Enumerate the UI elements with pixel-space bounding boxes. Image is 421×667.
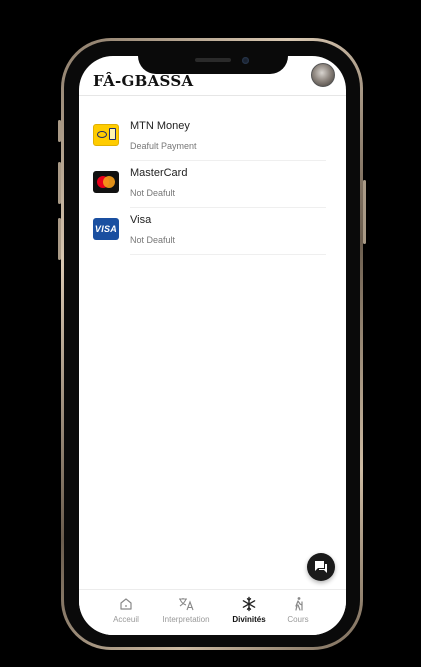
payment-method-list: MTN Money Deafult Payment MasterCard Not…	[93, 114, 326, 255]
tab-cours[interactable]: Cours	[268, 596, 328, 624]
phone-notch	[138, 50, 288, 74]
speaker-grille	[195, 58, 231, 62]
payment-name: Visa	[130, 214, 152, 226]
volume-up-button	[58, 162, 61, 204]
home-icon	[120, 598, 132, 610]
mtn-logo	[93, 124, 119, 146]
payment-item-visa[interactable]: VISA Visa Not Deafult	[93, 208, 326, 255]
front-camera	[242, 57, 249, 64]
visa-logo: VISA	[93, 218, 119, 240]
payment-name: MasterCard	[130, 167, 188, 179]
bottom-tab-bar: Acceuil Interpretation Divinités Cours	[79, 589, 346, 635]
power-button	[363, 180, 366, 244]
tab-interpretation[interactable]: Interpretation	[156, 596, 216, 624]
tab-acceuil[interactable]: Acceuil	[96, 596, 156, 624]
chat-fab-button[interactable]	[307, 553, 335, 581]
translate-icon	[179, 598, 194, 611]
chat-icon	[315, 561, 327, 573]
hiking-icon	[295, 597, 303, 611]
mastercard-logo	[93, 171, 119, 193]
app-screen: FÂ-GBASSA MTN Money Deafult Payment Mast…	[79, 56, 346, 635]
payment-name: MTN Money	[130, 120, 190, 132]
mute-switch	[58, 120, 61, 142]
payment-item-mastercard[interactable]: MasterCard Not Deafult	[93, 161, 326, 208]
app-title: FÂ-GBASSA	[93, 72, 194, 90]
avatar[interactable]	[311, 63, 335, 87]
payment-status: Not Deafult	[130, 235, 176, 245]
snowflake-icon	[242, 596, 256, 612]
volume-down-button	[58, 218, 61, 260]
tab-label: Cours	[287, 615, 309, 624]
divider	[130, 254, 326, 255]
payment-item-mtn[interactable]: MTN Money Deafult Payment	[93, 114, 326, 161]
tab-label: Acceuil	[113, 615, 139, 624]
payment-status: Deafult Payment	[130, 141, 197, 151]
tab-label: Interpretation	[162, 615, 210, 624]
payment-status: Not Deafult	[130, 188, 176, 198]
